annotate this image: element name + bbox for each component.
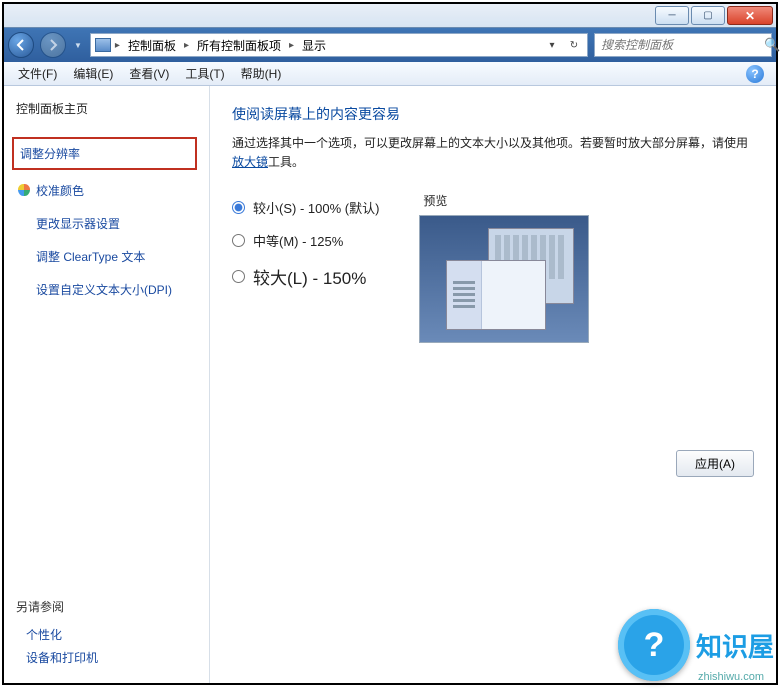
radio-larger-label: 较大(L) - 150%	[253, 264, 366, 289]
magnifier-link[interactable]: 放大镜	[232, 155, 268, 169]
badge-name: 知识屋	[696, 627, 774, 664]
chevron-right-icon: ▸	[287, 40, 296, 51]
forward-button[interactable]	[40, 32, 66, 58]
breadcrumb-item[interactable]: 显示	[298, 37, 330, 54]
control-panel-icon	[95, 38, 111, 52]
breadcrumb-item[interactable]: 所有控制面板项	[193, 37, 285, 54]
search-icon[interactable]: 🔍	[764, 37, 780, 53]
help-icon[interactable]: ?	[746, 65, 764, 83]
radio-medium[interactable]: 中等(M) - 125%	[232, 231, 379, 250]
maximize-button[interactable]: ▢	[691, 6, 725, 25]
sidebar-link-resolution[interactable]: 调整分辨率	[12, 137, 197, 170]
menu-edit[interactable]: 编辑(E)	[65, 63, 121, 84]
sidebar-link-cleartype[interactable]: 调整 ClearType 文本	[16, 244, 197, 269]
radio-smaller-label: 较小(S) - 100% (默认)	[253, 198, 379, 217]
radio-medium-input[interactable]	[232, 234, 245, 247]
intro-text: 通过选择其中一个选项，可以更改屏幕上的文本大小以及其他项。若要暂时放大部分屏幕，…	[232, 134, 754, 172]
see-also-personalization[interactable]: 个性化	[16, 623, 197, 646]
titlebar: ─ ▢ ✕	[4, 4, 776, 28]
radio-larger-input[interactable]	[232, 270, 245, 283]
chevron-right-icon: ▸	[182, 40, 191, 51]
chevron-right-icon: ▸	[113, 40, 122, 51]
page-title: 使阅读屏幕上的内容更容易	[232, 104, 754, 124]
size-options: 较小(S) - 100% (默认) 中等(M) - 125% 较大(L) - 1…	[232, 192, 379, 303]
close-button[interactable]: ✕	[727, 6, 773, 25]
breadcrumb-dropdown[interactable]: ▾	[543, 36, 561, 54]
watermark-badge: ? 知识屋 zhishiwu.com	[618, 609, 774, 681]
radio-smaller[interactable]: 较小(S) - 100% (默认)	[232, 198, 379, 217]
sidebar-link-calibrate[interactable]: 校准颜色	[16, 178, 197, 203]
search-input[interactable]	[595, 38, 764, 52]
back-button[interactable]	[8, 32, 34, 58]
radio-larger[interactable]: 较大(L) - 150%	[232, 264, 379, 289]
main-content: 使阅读屏幕上的内容更容易 通过选择其中一个选项，可以更改屏幕上的文本大小以及其他…	[210, 86, 776, 683]
sidebar-link-dpi[interactable]: 设置自定义文本大小(DPI)	[16, 277, 197, 302]
shield-icon	[18, 184, 30, 196]
history-dropdown[interactable]: ▼	[72, 41, 84, 50]
radio-smaller-input[interactable]	[232, 201, 245, 214]
menu-view[interactable]: 查看(V)	[121, 63, 177, 84]
badge-url: zhishiwu.com	[698, 671, 764, 683]
control-panel-home-link[interactable]: 控制面板主页	[16, 100, 197, 117]
search-box[interactable]: 🔍	[594, 33, 772, 57]
sidebar-link-display-settings[interactable]: 更改显示器设置	[16, 211, 197, 236]
sidebar: 控制面板主页 调整分辨率 校准颜色 更改显示器设置 调整 ClearType 文…	[4, 86, 210, 683]
navigation-bar: ▼ ▸ 控制面板 ▸ 所有控制面板项 ▸ 显示 ▾ ↻ 🔍	[4, 28, 776, 62]
see-also-devices[interactable]: 设备和打印机	[16, 646, 197, 669]
menu-tools[interactable]: 工具(T)	[177, 63, 232, 84]
preview-label: 预览	[419, 192, 589, 209]
radio-medium-label: 中等(M) - 125%	[253, 231, 343, 250]
refresh-button[interactable]: ↻	[565, 36, 583, 54]
breadcrumb[interactable]: ▸ 控制面板 ▸ 所有控制面板项 ▸ 显示 ▾ ↻	[90, 33, 588, 57]
menu-file[interactable]: 文件(F)	[10, 63, 65, 84]
preview-image	[419, 215, 589, 343]
badge-icon: ?	[618, 609, 690, 681]
minimize-button[interactable]: ─	[655, 6, 689, 25]
apply-button[interactable]: 应用(A)	[676, 450, 754, 477]
menu-help[interactable]: 帮助(H)	[233, 63, 290, 84]
breadcrumb-item[interactable]: 控制面板	[124, 37, 180, 54]
menu-bar: 文件(F) 编辑(E) 查看(V) 工具(T) 帮助(H) ?	[4, 62, 776, 86]
sidebar-link-label: 校准颜色	[36, 184, 84, 198]
see-also-header: 另请参阅	[16, 598, 197, 615]
